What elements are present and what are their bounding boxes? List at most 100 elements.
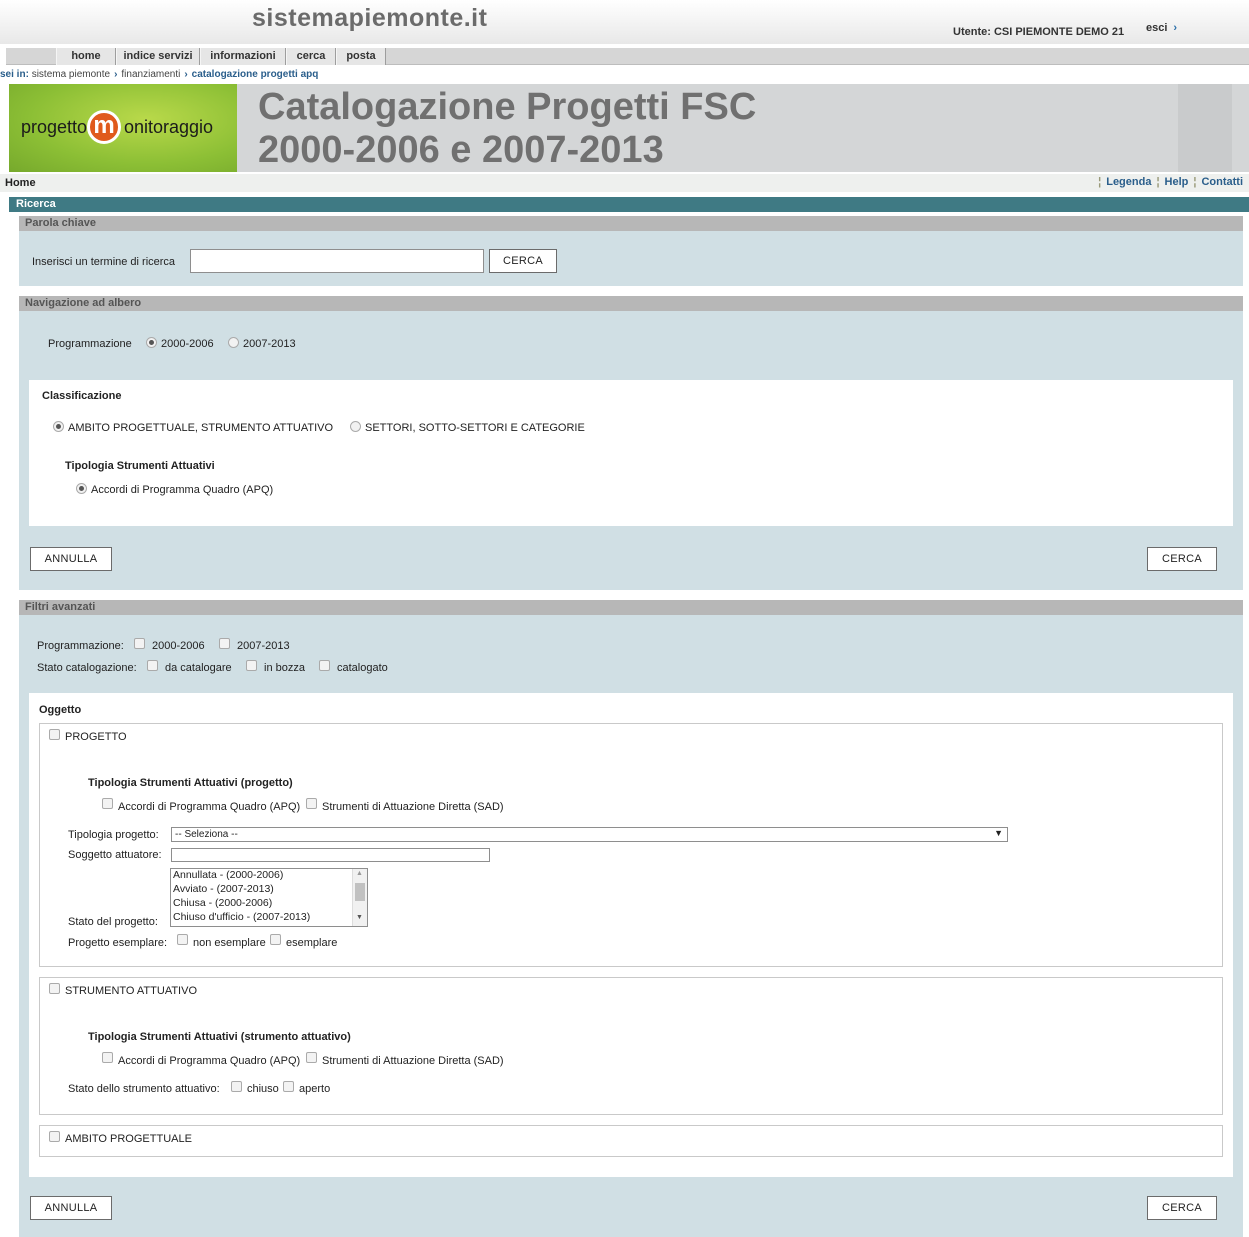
stato-option-in-bozza[interactable]: in bozza bbox=[264, 662, 305, 674]
logo-text-progetto: progetto bbox=[21, 117, 88, 137]
chevron-right-icon: › bbox=[114, 69, 118, 80]
separator: ¦ bbox=[1193, 176, 1197, 188]
tree-search-button[interactable]: CERCA bbox=[1147, 547, 1217, 571]
tipologia-option-apq[interactable]: Accordi di Programma Quadro (APQ) bbox=[91, 484, 273, 496]
nav-tab-indice-servizi[interactable]: indice servizi bbox=[116, 48, 200, 65]
stato-option-da-catalogare[interactable]: da catalogare bbox=[165, 662, 232, 674]
tipologia-progetto-label: Tipologia progetto: bbox=[68, 829, 159, 841]
logo-m-icon: m bbox=[87, 110, 121, 144]
keyword-search-button[interactable]: CERCA bbox=[489, 249, 557, 273]
classificazione-title: Classificazione bbox=[42, 390, 122, 402]
tipologia-radio-apq[interactable] bbox=[76, 483, 87, 494]
site-brand[interactable]: sistemapiemonte.it bbox=[252, 4, 487, 33]
stato-progetto-option[interactable]: Avviato - (2007-2013) bbox=[173, 883, 274, 895]
strumento-tipologia-checkbox-apq[interactable] bbox=[102, 1052, 113, 1063]
oggetto-title: Oggetto bbox=[39, 704, 82, 716]
sub-navigation bbox=[0, 174, 1249, 192]
stato-progetto-option[interactable]: Chiusa - (2000-2006) bbox=[173, 897, 272, 909]
progetto-checkbox[interactable] bbox=[49, 729, 60, 740]
stato-checkbox-da-catalogare[interactable] bbox=[147, 660, 158, 671]
listbox-scrollbar[interactable]: ▲ ▼ bbox=[352, 869, 367, 926]
advanced-filters-panel: Filtri avanzati Programmazione: 2000-200… bbox=[19, 600, 1243, 1237]
ricerca-section-bar: Ricerca bbox=[9, 197, 1249, 212]
esemplare-checkbox-esemplare[interactable] bbox=[270, 934, 281, 945]
home-link[interactable]: Home bbox=[5, 177, 36, 189]
strumento-label[interactable]: STRUMENTO ATTUATIVO bbox=[65, 985, 197, 997]
advanced-search-button[interactable]: CERCA bbox=[1147, 1196, 1217, 1220]
progetto-tipologia-title: Tipologia Strumenti Attuativi (progetto) bbox=[88, 777, 293, 789]
soggetto-attuatore-label: Soggetto attuatore: bbox=[68, 849, 162, 861]
strumento-tipologia-option-apq[interactable]: Accordi di Programma Quadro (APQ) bbox=[118, 1055, 300, 1067]
adv-programmazione-checkbox-2000-2006[interactable] bbox=[134, 638, 145, 649]
programmazione-radio-2007-2013[interactable] bbox=[228, 337, 239, 348]
stato-catalogazione-label: Stato catalogazione: bbox=[37, 662, 137, 674]
nav-tab-home[interactable]: home bbox=[56, 48, 116, 65]
stato-checkbox-catalogato[interactable] bbox=[319, 660, 330, 671]
progetto-tipologia-option-apq[interactable]: Accordi di Programma Quadro (APQ) bbox=[118, 801, 300, 813]
esemplare-option-non-esemplare[interactable]: non esemplare bbox=[193, 937, 266, 949]
progetto-tipologia-checkbox-sad[interactable] bbox=[306, 798, 317, 809]
classificazione-option-settori[interactable]: SETTORI, SOTTO-SETTORI E CATEGORIE bbox=[365, 422, 585, 434]
stato-progetto-option[interactable]: Annullata - (2000-2006) bbox=[173, 869, 283, 881]
strumento-tipologia-checkbox-sad[interactable] bbox=[306, 1052, 317, 1063]
programmazione-radio-2000-2006[interactable] bbox=[146, 337, 157, 348]
tipologia-title: Tipologia Strumenti Attuativi bbox=[65, 460, 215, 472]
stato-checkbox-in-bozza[interactable] bbox=[246, 660, 257, 671]
scrollbar-thumb[interactable] bbox=[355, 883, 365, 901]
adv-programmazione-option-2007-2013[interactable]: 2007-2013 bbox=[237, 640, 290, 652]
adv-programmazione-option-2000-2006[interactable]: 2000-2006 bbox=[152, 640, 205, 652]
adv-programmazione-checkbox-2007-2013[interactable] bbox=[219, 638, 230, 649]
keyword-label: Inserisci un termine di ricerca bbox=[32, 256, 176, 268]
tipologia-progetto-select[interactable]: -- Seleziona -- ▼ bbox=[171, 827, 1008, 842]
chevron-right-icon: › bbox=[1173, 22, 1178, 34]
programmazione-option-2007-2013[interactable]: 2007-2013 bbox=[243, 338, 296, 350]
chevron-right-icon: › bbox=[184, 69, 188, 80]
esemplare-option-esemplare[interactable]: esemplare bbox=[286, 937, 337, 949]
scroll-down-icon[interactable]: ▼ bbox=[356, 914, 363, 921]
advanced-cancel-button[interactable]: ANNULLA bbox=[30, 1196, 112, 1220]
breadcrumb-item-sistema-piemonte[interactable]: sistema piemonte bbox=[32, 69, 110, 80]
stato-strumento-option-aperto[interactable]: aperto bbox=[299, 1083, 330, 1095]
classificazione-radio-settori[interactable] bbox=[350, 421, 361, 432]
legenda-link[interactable]: Legenda bbox=[1106, 176, 1151, 188]
nav-tab-cerca[interactable]: cerca bbox=[286, 48, 336, 65]
stato-strumento-option-chiuso[interactable]: chiuso bbox=[247, 1083, 279, 1095]
breadcrumb-item-current: catalogazione progetti apq bbox=[191, 69, 319, 80]
nav-tab-informazioni[interactable]: informazioni bbox=[200, 48, 286, 65]
classificazione-radio-ambito[interactable] bbox=[53, 421, 64, 432]
nav-tab-posta[interactable]: posta bbox=[336, 48, 386, 65]
ambito-checkbox[interactable] bbox=[49, 1131, 60, 1142]
programmazione-option-2000-2006[interactable]: 2000-2006 bbox=[161, 338, 214, 350]
oggetto-box: Oggetto PROGETTO Tipologia Strumenti Att… bbox=[29, 693, 1233, 1177]
page-title-line2: 2000-2006 e 2007-2013 bbox=[258, 129, 664, 171]
tipologia-progetto-value: -- Seleziona -- bbox=[175, 829, 238, 840]
progetto-tipologia-option-sad[interactable]: Strumenti di Attuazione Diretta (SAD) bbox=[322, 801, 504, 813]
esemplare-checkbox-non-esemplare[interactable] bbox=[177, 934, 188, 945]
progetto-label[interactable]: PROGETTO bbox=[65, 731, 127, 743]
stato-progetto-option[interactable]: Chiuso d'ufficio - (2007-2013) bbox=[173, 911, 310, 923]
scroll-up-icon[interactable]: ▲ bbox=[356, 870, 363, 877]
tree-cancel-button[interactable]: ANNULLA bbox=[30, 547, 112, 571]
breadcrumb-item-finanziamenti[interactable]: finanziamenti bbox=[121, 69, 180, 80]
help-link[interactable]: Help bbox=[1165, 176, 1189, 188]
soggetto-attuatore-input[interactable] bbox=[171, 848, 490, 862]
separator: ¦ bbox=[1156, 176, 1160, 188]
stato-strumento-label: Stato dello strumento attuativo: bbox=[68, 1083, 220, 1095]
utility-links: ¦ Legenda ¦ Help ¦ Contatti bbox=[1093, 176, 1243, 188]
stato-strumento-checkbox-chiuso[interactable] bbox=[231, 1081, 242, 1092]
page-title-line1: Catalogazione Progetti FSC bbox=[258, 86, 757, 128]
classificazione-option-ambito[interactable]: AMBITO PROGETTUALE, STRUMENTO ATTUATIVO bbox=[68, 422, 333, 434]
logout-link[interactable]: esci › bbox=[1146, 22, 1177, 34]
stato-option-catalogato[interactable]: catalogato bbox=[337, 662, 388, 674]
strumento-tipologia-option-sad[interactable]: Strumenti di Attuazione Diretta (SAD) bbox=[322, 1055, 504, 1067]
keyword-input[interactable] bbox=[190, 249, 484, 273]
contatti-link[interactable]: Contatti bbox=[1201, 176, 1243, 188]
logout-label[interactable]: esci bbox=[1146, 22, 1167, 34]
strumento-checkbox[interactable] bbox=[49, 983, 60, 994]
stato-strumento-checkbox-aperto[interactable] bbox=[283, 1081, 294, 1092]
ambito-label[interactable]: AMBITO PROGETTUALE bbox=[65, 1133, 192, 1145]
breadcrumb: sei in: sistema piemonte › finanziamenti › c… bbox=[0, 69, 318, 80]
progetto-tipologia-checkbox-apq[interactable] bbox=[102, 798, 113, 809]
tree-programmazione-label: Programmazione bbox=[48, 338, 132, 350]
stato-progetto-listbox[interactable]: Annullata - (2000-2006) Avviato - (2007-… bbox=[170, 868, 368, 927]
